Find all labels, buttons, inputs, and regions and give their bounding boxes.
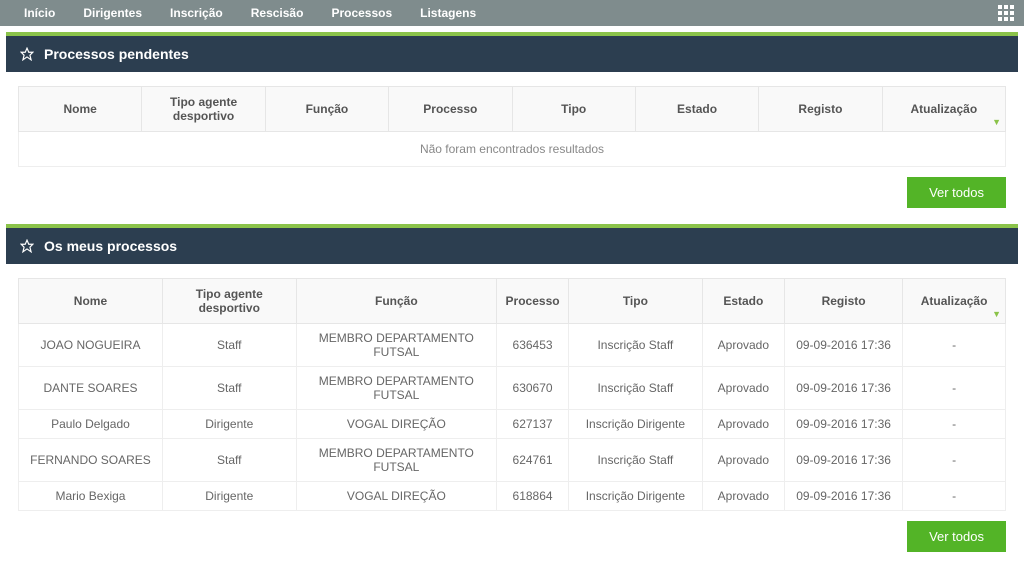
col-tipo-agente[interactable]: Tipo agente desportivo <box>142 87 265 132</box>
cell-registo: 09-09-2016 17:36 <box>784 439 902 482</box>
panel-footer-meus: Ver todos <box>18 521 1006 552</box>
star-outline-icon <box>20 239 34 253</box>
cell-atualizacao: - <box>903 410 1006 439</box>
col-atualizacao[interactable]: Atualização ▼ <box>903 279 1006 324</box>
col-nome[interactable]: Nome <box>19 279 163 324</box>
col-registo[interactable]: Registo <box>759 87 882 132</box>
table-meus: Nome Tipo agente desportivo Função Proce… <box>18 278 1006 511</box>
cell-nome: Paulo Delgado <box>19 410 163 439</box>
col-tipo-agente[interactable]: Tipo agente desportivo <box>162 279 296 324</box>
sort-desc-icon: ▼ <box>992 309 1001 319</box>
col-funcao[interactable]: Função <box>265 87 388 132</box>
cell-estado: Aprovado <box>702 410 784 439</box>
nav-rescisao[interactable]: Rescisão <box>237 0 318 26</box>
col-processo[interactable]: Processo <box>389 87 512 132</box>
top-nav: Início Dirigentes Inscrição Rescisão Pro… <box>0 0 1024 26</box>
cell-funcao: VOGAL DIREÇÃO <box>296 410 496 439</box>
cell-processo: 618864 <box>497 482 569 511</box>
section-title: Os meus processos <box>44 238 177 254</box>
cell-registo: 09-09-2016 17:36 <box>784 324 902 367</box>
cell-tipo: Inscrição Staff <box>569 324 703 367</box>
col-estado[interactable]: Estado <box>702 279 784 324</box>
nav-inicio[interactable]: Início <box>10 0 69 26</box>
cell-processo: 630670 <box>497 367 569 410</box>
nav-listagens[interactable]: Listagens <box>406 0 490 26</box>
nav-inscricao[interactable]: Inscrição <box>156 0 237 26</box>
table-row[interactable]: FERNANDO SOARESStaffMEMBRO DEPARTAMENTO … <box>19 439 1006 482</box>
col-nome[interactable]: Nome <box>19 87 142 132</box>
nav-dirigentes[interactable]: Dirigentes <box>69 0 156 26</box>
cell-estado: Aprovado <box>702 324 784 367</box>
sort-desc-icon: ▼ <box>992 117 1001 127</box>
apps-grid-icon[interactable] <box>998 5 1014 21</box>
section-header-pendentes: Processos pendentes <box>6 36 1018 72</box>
table-row[interactable]: Mario BexigaDirigenteVOGAL DIREÇÃO618864… <box>19 482 1006 511</box>
cell-atualizacao: - <box>903 324 1006 367</box>
cell-tipo: Inscrição Staff <box>569 367 703 410</box>
cell-tipo-agente: Staff <box>162 367 296 410</box>
cell-tipo-agente: Dirigente <box>162 410 296 439</box>
col-registo[interactable]: Registo <box>784 279 902 324</box>
cell-funcao: MEMBRO DEPARTAMENTO FUTSAL <box>296 439 496 482</box>
cell-tipo-agente: Dirigente <box>162 482 296 511</box>
top-nav-items: Início Dirigentes Inscrição Rescisão Pro… <box>10 0 490 26</box>
cell-estado: Aprovado <box>702 367 784 410</box>
panel-body-meus: Nome Tipo agente desportivo Função Proce… <box>6 264 1018 562</box>
panel-footer-pendentes: Ver todos <box>18 177 1006 208</box>
col-atualizacao-label: Atualização <box>910 102 977 116</box>
cell-nome: JOAO NOGUEIRA <box>19 324 163 367</box>
cell-nome: FERNANDO SOARES <box>19 439 163 482</box>
section-meus-processos: Os meus processos Nome Tipo agente despo… <box>6 224 1018 562</box>
col-tipo[interactable]: Tipo <box>512 87 635 132</box>
cell-nome: Mario Bexiga <box>19 482 163 511</box>
col-estado[interactable]: Estado <box>635 87 758 132</box>
cell-funcao: MEMBRO DEPARTAMENTO FUTSAL <box>296 324 496 367</box>
col-funcao[interactable]: Função <box>296 279 496 324</box>
star-outline-icon <box>20 47 34 61</box>
cell-processo: 627137 <box>497 410 569 439</box>
cell-atualizacao: - <box>903 367 1006 410</box>
nav-processos[interactable]: Processos <box>317 0 406 26</box>
empty-message: Não foram encontrados resultados <box>19 132 1006 167</box>
ver-todos-button[interactable]: Ver todos <box>907 521 1006 552</box>
cell-atualizacao: - <box>903 482 1006 511</box>
panel-body-pendentes: Nome Tipo agente desportivo Função Proce… <box>6 72 1018 218</box>
cell-registo: 09-09-2016 17:36 <box>784 482 902 511</box>
cell-atualizacao: - <box>903 439 1006 482</box>
cell-tipo-agente: Staff <box>162 439 296 482</box>
cell-estado: Aprovado <box>702 439 784 482</box>
col-tipo[interactable]: Tipo <box>569 279 703 324</box>
col-atualizacao[interactable]: Atualização ▼ <box>882 87 1005 132</box>
table-row[interactable]: Paulo DelgadoDirigenteVOGAL DIREÇÃO62713… <box>19 410 1006 439</box>
col-atualizacao-label: Atualização <box>921 294 988 308</box>
table-row[interactable]: JOAO NOGUEIRAStaffMEMBRO DEPARTAMENTO FU… <box>19 324 1006 367</box>
section-header-meus: Os meus processos <box>6 228 1018 264</box>
cell-tipo-agente: Staff <box>162 324 296 367</box>
ver-todos-button[interactable]: Ver todos <box>907 177 1006 208</box>
cell-tipo: Inscrição Staff <box>569 439 703 482</box>
cell-estado: Aprovado <box>702 482 784 511</box>
cell-processo: 624761 <box>497 439 569 482</box>
cell-processo: 636453 <box>497 324 569 367</box>
cell-nome: DANTE SOARES <box>19 367 163 410</box>
table-row-empty: Não foram encontrados resultados <box>19 132 1006 167</box>
section-title: Processos pendentes <box>44 46 189 62</box>
section-processos-pendentes: Processos pendentes Nome Tipo agente des… <box>6 32 1018 218</box>
table-pendentes: Nome Tipo agente desportivo Função Proce… <box>18 86 1006 167</box>
cell-registo: 09-09-2016 17:36 <box>784 367 902 410</box>
cell-funcao: MEMBRO DEPARTAMENTO FUTSAL <box>296 367 496 410</box>
table-row[interactable]: DANTE SOARESStaffMEMBRO DEPARTAMENTO FUT… <box>19 367 1006 410</box>
col-processo[interactable]: Processo <box>497 279 569 324</box>
cell-funcao: VOGAL DIREÇÃO <box>296 482 496 511</box>
cell-tipo: Inscrição Dirigente <box>569 482 703 511</box>
cell-registo: 09-09-2016 17:36 <box>784 410 902 439</box>
cell-tipo: Inscrição Dirigente <box>569 410 703 439</box>
